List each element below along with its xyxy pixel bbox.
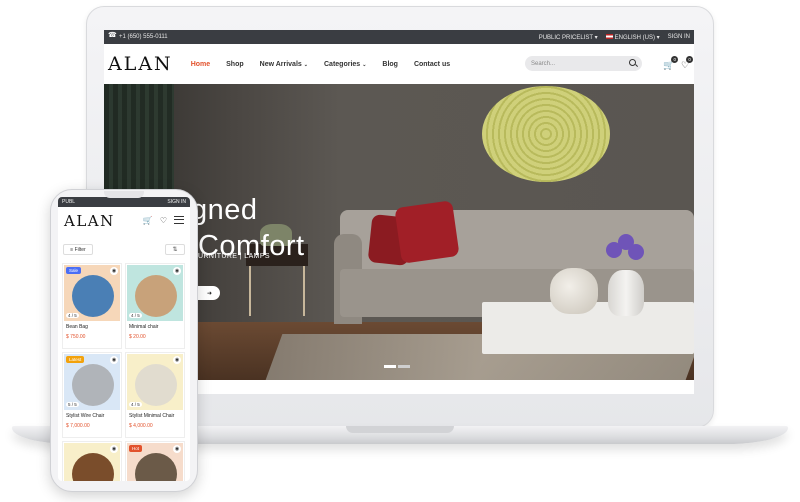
phone-icon	[108, 31, 117, 40]
product-badge: Hot	[129, 445, 143, 452]
slider-dot[interactable]	[398, 365, 410, 368]
desktop-navbar: ALAN Home Shop New Arrivals ⌄ Categories ⌄…	[104, 44, 694, 84]
wishlist-count-badge: 0	[686, 56, 694, 63]
product-price: $ 20.00	[129, 334, 146, 340]
product-name[interactable]: Minimal chair	[129, 324, 158, 330]
menu-item-contact[interactable]: Contact us	[414, 61, 450, 68]
menu-item-home[interactable]: Home	[191, 61, 210, 68]
search-input[interactable]: Search...	[525, 56, 642, 71]
product-photo	[135, 275, 177, 317]
topbar-phone[interactable]: +1 (650) 555-0111	[119, 34, 168, 40]
chevron-down-icon: ▾	[594, 34, 598, 41]
menu-item-shop[interactable]: Shop	[226, 61, 244, 68]
sign-in-link[interactable]: SIGN IN	[668, 34, 690, 40]
logo[interactable]: ALAN	[108, 53, 173, 75]
product-photo	[135, 364, 177, 406]
product-badge: Sale	[66, 267, 82, 274]
eye-icon[interactable]: ◉	[173, 267, 181, 275]
mobile-topbar-left: PUBL	[62, 199, 76, 205]
menu-item-blog[interactable]: Blog	[382, 61, 398, 68]
mobile-topbar: PUBL SIGN IN	[58, 197, 190, 207]
hero-side-table-legs	[249, 266, 305, 316]
chevron-down-icon: ▾	[656, 34, 660, 41]
product-badge: Latest	[66, 356, 85, 363]
mobile-heart-icon[interactable]: ♡	[160, 216, 167, 225]
menu-item-label: New Arrivals	[259, 60, 302, 68]
eye-icon[interactable]: ◉	[173, 445, 181, 453]
hero-flowers	[602, 234, 650, 268]
hero-subtitle: URNITURE | LAMPS	[198, 253, 271, 260]
mobile-navbar: ALAN 🛒 ♡	[58, 207, 190, 235]
chevron-down-icon: ⌄	[303, 61, 308, 68]
sort-icon: ⇅	[172, 247, 178, 253]
desktop-topbar: +1 (650) 555-0111 PUBLIC PRICELIST ▾ ENG…	[104, 30, 694, 44]
product-rating: 5 / 5	[66, 402, 79, 407]
hero-vase	[550, 268, 598, 314]
product-card[interactable]: ◉ 4 / 5 Minimal chair $ 20.00	[125, 263, 185, 349]
us-flag-icon	[605, 34, 613, 40]
search-icon[interactable]	[629, 59, 636, 66]
chevron-down-icon: ⌄	[362, 61, 367, 68]
wishlist-button[interactable]: ♡ 0	[681, 56, 694, 71]
product-name[interactable]: Bean Bag	[66, 324, 88, 330]
filter-button[interactable]: ≡ Filter	[63, 244, 93, 255]
mobile-toolbar: ≡ Filter ⇅	[58, 241, 190, 259]
menu-item-label: Categories	[324, 60, 361, 68]
eye-icon[interactable]: ◉	[110, 267, 118, 275]
menu-item-categories[interactable]: Categories ⌄	[324, 61, 366, 68]
main-menu: Home Shop New Arrivals ⌄ Categories ⌄ Blog…	[191, 61, 450, 68]
pricelist-dropdown[interactable]: PUBLIC PRICELIST ▾	[539, 34, 598, 41]
filter-label: Filter	[74, 246, 86, 253]
mobile-cart-icon[interactable]: 🛒	[143, 216, 153, 225]
eye-icon[interactable]: ◉	[110, 356, 118, 364]
product-card[interactable]: ◉ 4 / 5 Stylist Minimal Chair $ 4,000.00	[125, 352, 185, 438]
eye-icon[interactable]: ◉	[173, 356, 181, 364]
filter-icon: ≡	[70, 246, 74, 253]
product-name[interactable]: Stylist Minimal Chair	[129, 413, 174, 419]
laptop-notch	[346, 426, 454, 433]
sort-button[interactable]: ⇅	[165, 244, 185, 255]
product-price: $ 7,000.00	[66, 423, 90, 429]
language-dropdown[interactable]: ENGLISH (US) ▾	[605, 34, 660, 41]
menu-item-new-arrivals[interactable]: New Arrivals ⌄	[260, 61, 308, 68]
eye-icon[interactable]: ◉	[110, 445, 118, 453]
mobile-screen: PUBL SIGN IN ALAN 🛒 ♡ ≡ Filter ⇅ ◉ Sale 4 …	[58, 197, 190, 481]
product-price: $ 750.00	[66, 334, 86, 340]
pricelist-label: PUBLIC PRICELIST	[538, 34, 593, 41]
arrow-right-icon: ➜	[206, 290, 212, 297]
product-card[interactable]: ◉	[62, 441, 122, 481]
product-card[interactable]: ◉ Hot	[125, 441, 185, 481]
hero-pillow	[394, 200, 460, 264]
product-rating: 4 / 5	[66, 313, 79, 318]
product-photo	[72, 275, 114, 317]
product-name[interactable]: Stylist Wire Chair	[66, 413, 104, 419]
product-rating: 4 / 5	[129, 402, 142, 407]
mobile-logo[interactable]: ALAN	[64, 212, 115, 230]
mobile-sign-in-link[interactable]: SIGN IN	[167, 199, 186, 205]
slider-dot[interactable]	[384, 365, 396, 368]
cart-count-badge: 0	[671, 56, 679, 63]
language-label: ENGLISH (US)	[614, 34, 655, 41]
product-rating: 4 / 5	[129, 313, 142, 318]
product-photo	[72, 364, 114, 406]
product-photo	[135, 453, 177, 481]
product-price: $ 4,000.00	[129, 423, 153, 429]
hamburger-menu-icon[interactable]	[174, 216, 184, 224]
hero-vase	[608, 270, 644, 316]
cart-button[interactable]: 🛒 0	[663, 56, 679, 71]
product-card[interactable]: ◉ Latest 5 / 5 Stylist Wire Chair $ 7,000.00	[62, 352, 122, 438]
product-card[interactable]: ◉ Sale 4 / 5 Bean Bag $ 750.00	[62, 263, 122, 349]
hero-slider-dots	[384, 365, 410, 368]
search-placeholder: Search...	[531, 60, 556, 67]
phone-notch	[104, 191, 144, 198]
hero-wall-decor	[482, 86, 610, 182]
product-photo	[72, 453, 114, 481]
